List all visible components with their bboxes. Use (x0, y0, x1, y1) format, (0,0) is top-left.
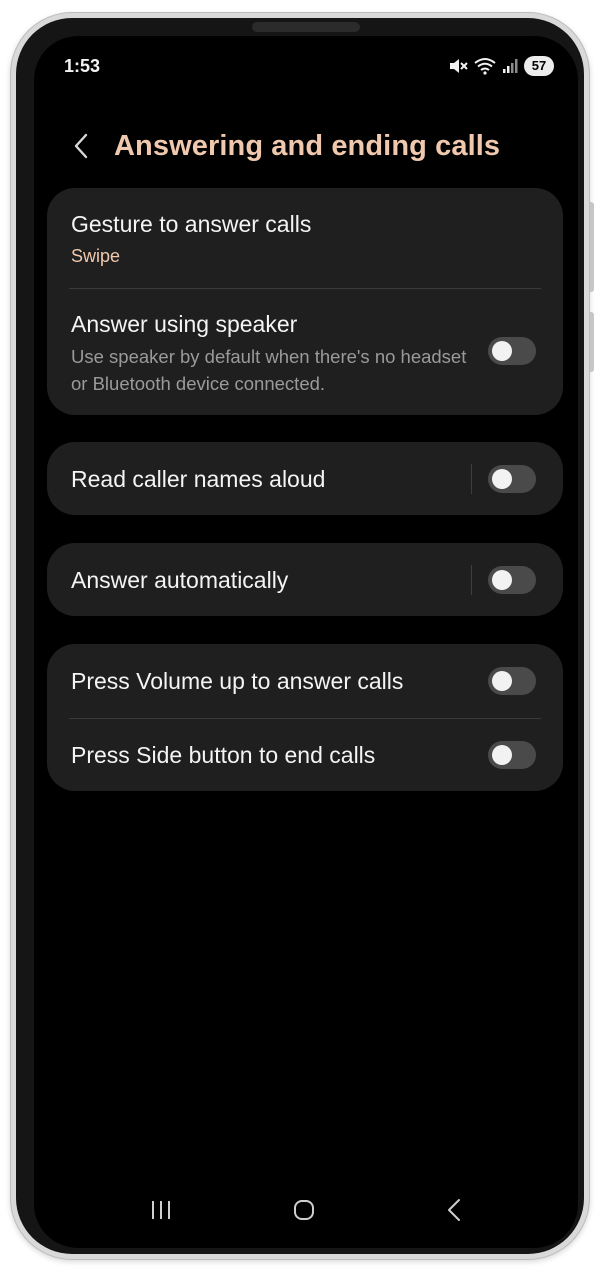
phone-bezel: 1:53 57 Answering and ending calls Gestu… (16, 18, 584, 1254)
status-icons: 57 (448, 56, 554, 76)
setting-title: Answer using speaker (71, 311, 298, 337)
side-button (590, 312, 594, 372)
vertical-separator (471, 565, 472, 595)
chevron-left-icon (74, 133, 88, 159)
setting-description: Use speaker by default when there's no h… (71, 346, 467, 394)
battery-badge: 57 (524, 56, 554, 76)
setting-title: Press Volume up to answer calls (71, 668, 404, 694)
speaker-slot (252, 22, 360, 32)
setting-side-button-end[interactable]: Press Side button to end calls (47, 719, 563, 791)
setting-title: Answer automatically (71, 567, 289, 593)
speaker-toggle[interactable] (488, 337, 536, 365)
setting-gesture-to-answer[interactable]: Gesture to answer calls Swipe (47, 188, 563, 288)
page-title: Answering and ending calls (114, 130, 501, 162)
header: Answering and ending calls (34, 116, 578, 176)
setting-answer-using-speaker[interactable]: Answer using speaker Use speaker by defa… (47, 289, 563, 415)
answer-settings-card: Gesture to answer calls Swipe Answer usi… (47, 188, 563, 415)
toggle-knob (492, 671, 512, 691)
toggle-knob (492, 341, 512, 361)
vertical-separator (471, 464, 472, 494)
recent-apps-icon (152, 1201, 170, 1219)
home-button[interactable] (280, 1190, 328, 1230)
back-icon (448, 1199, 460, 1221)
side-button-toggle[interactable] (488, 741, 536, 769)
auto-answer-card: Answer automatically (47, 543, 563, 616)
button-settings-card: Press Volume up to answer calls Press Si… (47, 644, 563, 791)
setting-title: Gesture to answer calls (71, 211, 312, 237)
volume-up-toggle[interactable] (488, 667, 536, 695)
status-bar: 1:53 57 (34, 36, 578, 96)
toggle-knob (492, 570, 512, 590)
screen: 1:53 57 Answering and ending calls Gestu… (34, 36, 578, 1248)
read-names-card: Read caller names aloud (47, 442, 563, 515)
wifi-icon (474, 57, 496, 75)
toggle-knob (492, 469, 512, 489)
home-icon (294, 1200, 314, 1220)
setting-volume-up-answer[interactable]: Press Volume up to answer calls (47, 644, 563, 718)
phone-frame: 1:53 57 Answering and ending calls Gestu… (10, 12, 594, 1260)
nav-back-button[interactable] (430, 1190, 478, 1230)
mute-icon (448, 57, 468, 75)
volume-button (590, 202, 594, 292)
status-time: 1:53 (64, 56, 101, 76)
auto-answer-toggle[interactable] (488, 566, 536, 594)
setting-read-caller-names[interactable]: Read caller names aloud (47, 442, 563, 515)
signal-icon (502, 58, 518, 74)
setting-value: Swipe (71, 246, 121, 266)
setting-title: Press Side button to end calls (71, 742, 376, 768)
navigation-bar (34, 1178, 578, 1248)
setting-title: Read caller names aloud (71, 466, 326, 492)
read-names-toggle[interactable] (488, 465, 536, 493)
toggle-knob (492, 745, 512, 765)
back-button[interactable] (64, 128, 98, 164)
setting-answer-automatically[interactable]: Answer automatically (47, 543, 563, 616)
recent-apps-button[interactable] (137, 1190, 185, 1230)
